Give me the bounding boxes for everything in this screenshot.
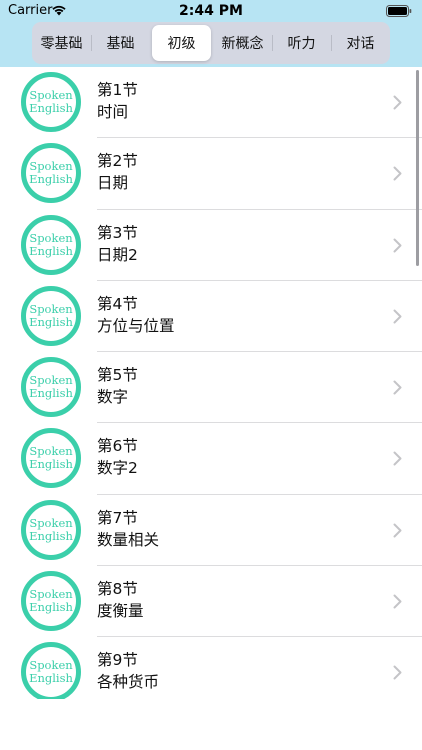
lesson-subtitle: 方位与位置: [97, 316, 175, 335]
lesson-list[interactable]: Spoken English 第1节 时间 Spoken English 第2节…: [0, 67, 422, 699]
thumbnail-text-line2: English: [29, 600, 73, 615]
thumbnail-text-line2: English: [29, 528, 73, 543]
thumbnail-text-line2: English: [29, 314, 73, 329]
lesson-title: 第6节: [97, 437, 138, 456]
tab-new-concept[interactable]: 新概念: [213, 25, 272, 61]
lesson-subtitle: 各种货币: [97, 673, 160, 692]
lesson-title: 第5节: [97, 366, 138, 385]
lesson-subtitle: 数字2: [97, 459, 138, 478]
chevron-right-icon: [393, 95, 402, 110]
thumbnail-text-line1: Spoken: [29, 515, 73, 530]
lesson-title: 第2节: [97, 152, 138, 171]
lesson-row[interactable]: Spoken English 第1节 时间: [0, 67, 422, 139]
lesson-title: 第3节: [97, 223, 138, 242]
lesson-subtitle: 数字: [97, 388, 129, 407]
lesson-subtitle: 日期2: [97, 245, 138, 264]
lesson-title: 第9节: [97, 651, 138, 670]
lesson-subtitle: 度衡量: [97, 602, 144, 621]
lesson-thumbnail: Spoken English: [21, 642, 81, 699]
lesson-thumbnail: Spoken English: [21, 428, 81, 489]
tab-elementary[interactable]: 初级: [152, 25, 211, 61]
lesson-thumbnail: Spoken English: [21, 571, 81, 632]
chevron-right-icon: [393, 665, 402, 680]
lesson-row[interactable]: Spoken English 第8节 度衡量: [0, 566, 422, 638]
chevron-right-icon: [393, 451, 402, 466]
category-segmented-control: 零基础 基础 初级 新概念 听力 对话: [32, 22, 390, 64]
battery-icon: [386, 5, 412, 17]
lesson-row[interactable]: Spoken English 第9节 各种货币: [0, 637, 422, 699]
lesson-row[interactable]: Spoken English 第3节 日期2: [0, 210, 422, 282]
thumbnail-text-line1: Spoken: [29, 301, 73, 316]
lesson-title: 第4节: [97, 294, 138, 313]
thumbnail-text-line1: Spoken: [29, 230, 73, 245]
lesson-row[interactable]: Spoken English 第4节 方位与位置: [0, 281, 422, 353]
chevron-right-icon: [393, 238, 402, 253]
tab-dialogue[interactable]: 对话: [331, 25, 390, 61]
lesson-thumbnail: Spoken English: [21, 72, 81, 132]
lesson-title: 第8节: [97, 580, 138, 599]
top-header: Carrier 2:44 PM 零基础 基础 初级 新概念 听力 对话: [0, 0, 422, 67]
chevron-right-icon: [393, 594, 402, 609]
lesson-subtitle: 数量相关: [97, 530, 160, 549]
thumbnail-text-line2: English: [29, 457, 73, 472]
vertical-scrollbar[interactable]: [416, 70, 419, 266]
lesson-row[interactable]: Spoken English 第2节 日期: [0, 138, 422, 210]
chevron-right-icon: [393, 166, 402, 181]
lesson-thumbnail: Spoken English: [21, 214, 81, 275]
thumbnail-text-line2: English: [29, 386, 73, 401]
lesson-thumbnail: Spoken English: [21, 499, 81, 560]
tab-listening[interactable]: 听力: [272, 25, 331, 61]
status-bar: Carrier 2:44 PM: [0, 0, 422, 22]
thumbnail-text-line2: English: [29, 243, 73, 258]
lesson-thumbnail: Spoken English: [21, 285, 81, 346]
thumbnail-text-line2: English: [29, 671, 73, 686]
lesson-subtitle: 日期: [97, 174, 129, 193]
thumbnail-text-line2: English: [29, 101, 73, 115]
tab-basics[interactable]: 基础: [91, 25, 150, 61]
chevron-right-icon: [393, 309, 402, 324]
tab-zero-basics[interactable]: 零基础: [32, 25, 91, 61]
lesson-thumbnail: Spoken English: [21, 143, 81, 204]
status-time: 2:44 PM: [179, 3, 243, 19]
lesson-row[interactable]: Spoken English 第7节 数量相关: [0, 495, 422, 567]
lesson-subtitle: 时间: [97, 103, 129, 121]
lesson-title: 第1节: [97, 81, 138, 99]
chevron-right-icon: [393, 523, 402, 538]
lesson-thumbnail: Spoken English: [21, 357, 81, 418]
lesson-row[interactable]: Spoken English 第6节 数字2: [0, 423, 422, 496]
lesson-row[interactable]: Spoken English 第5节 数字: [0, 352, 422, 424]
thumbnail-text-line2: English: [29, 172, 73, 187]
lesson-title: 第7节: [97, 508, 138, 527]
chevron-right-icon: [393, 380, 402, 395]
